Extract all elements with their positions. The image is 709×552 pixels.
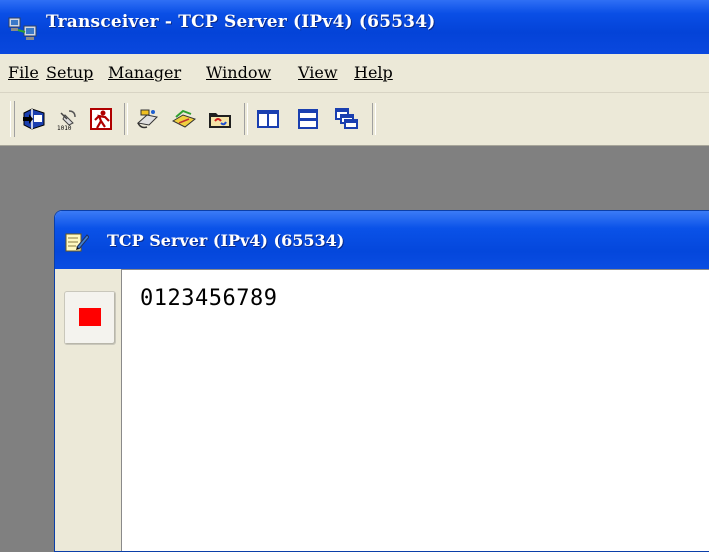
folder-refresh-icon [209, 113, 231, 128]
toolbar-grip[interactable] [10, 101, 15, 137]
data-display[interactable]: 0123456789 [121, 269, 709, 551]
folder-refresh-button[interactable] [204, 103, 236, 135]
stop-button[interactable] [64, 291, 116, 345]
received-data-text: 0123456789 [140, 286, 278, 311]
window-title: Transceiver - TCP Server (IPv4) (65534) [46, 12, 436, 32]
toolbar-separator [244, 103, 248, 135]
menu-setup[interactable]: Setup [46, 63, 93, 82]
send-file-button[interactable] [132, 103, 164, 135]
tile-horizontal-button[interactable] [292, 103, 324, 135]
settings-button[interactable]: 1010 [52, 103, 84, 135]
child-title-bar[interactable]: TCP Server (IPv4) (65534) [55, 211, 709, 269]
stop-square-icon [79, 308, 101, 326]
send-file-icon [136, 109, 159, 129]
main-title-bar[interactable]: Transceiver - TCP Server (IPv4) (65534) [0, 0, 709, 54]
exit-button[interactable] [86, 103, 118, 135]
cascade-button[interactable] [330, 103, 362, 135]
network-computers-icon [8, 17, 37, 40]
tile-vertical-button[interactable] [252, 103, 284, 135]
toolbar-separator [124, 103, 128, 135]
cascade-icon [335, 108, 358, 129]
open-connection-button[interactable] [18, 103, 50, 135]
menu-window[interactable]: Window [206, 63, 271, 82]
receive-file-button[interactable] [168, 103, 200, 135]
child-window-title: TCP Server (IPv4) (65534) [107, 231, 345, 250]
menu-manager[interactable]: Manager [108, 63, 181, 82]
child-window: TCP Server (IPv4) (65534) 0123456789 [54, 210, 709, 552]
menu-view[interactable]: View [298, 63, 338, 82]
open-connection-icon [23, 108, 45, 130]
toolbar-separator [372, 103, 376, 135]
menu-help[interactable]: Help [354, 63, 393, 82]
receive-file-icon [171, 109, 197, 128]
toolbar: 1010 [0, 93, 709, 146]
menu-bar: File Setup Manager Window View Help [0, 54, 709, 93]
menu-file[interactable]: File [8, 63, 39, 82]
notepad-pencil-icon [65, 233, 89, 252]
tile-horizontal-icon [298, 109, 318, 129]
satellite-settings-icon: 1010 [57, 110, 76, 131]
exit-icon [90, 108, 112, 130]
tile-vertical-icon [257, 110, 279, 128]
svg-text:1010: 1010 [57, 125, 72, 131]
